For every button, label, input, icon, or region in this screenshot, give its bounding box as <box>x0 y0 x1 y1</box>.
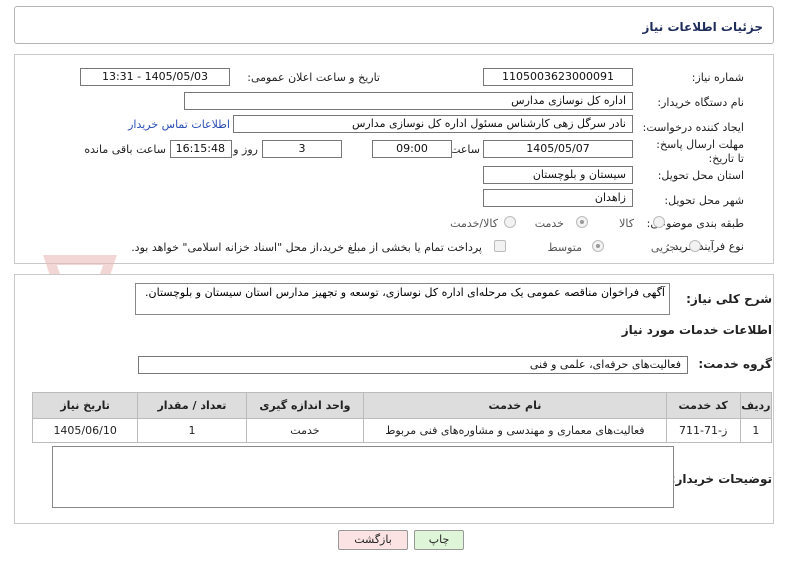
deadline-time-field: 09:00 <box>372 140 452 158</box>
purchase-radio-medium[interactable] <box>592 240 604 252</box>
cell-code: ز-71-711 <box>665 418 741 443</box>
treasury-note: پرداخت تمام یا بخشی از مبلغ خرید،از محل … <box>131 241 482 254</box>
col-date: تاریخ نیاز <box>31 392 139 419</box>
col-row: ردیف <box>739 392 773 419</box>
service-group-label: گروه خدمت: <box>698 357 772 371</box>
buyer-contact-link[interactable]: اطلاعات تماس خریدار <box>128 118 230 131</box>
purchase-type-label: نوع فرآیند خرید : <box>666 240 744 253</box>
creator-label: ایجاد کننده درخواست: <box>642 121 744 134</box>
back-button[interactable]: بازگشت <box>338 530 408 550</box>
category-option-goods-service: کالا/خدمت <box>450 217 498 230</box>
cell-qty: 1 <box>137 418 247 443</box>
buyer-org-field: اداره کل نوسازی مدارس <box>184 92 633 110</box>
page-title: جزئیات اطلاعات نیاز <box>642 20 763 34</box>
cell-unit: خدمت <box>245 418 365 443</box>
col-qty: تعداد / مقدار <box>137 392 247 419</box>
description-label: شرح کلی نیاز: <box>686 292 772 306</box>
category-option-service: خدمت <box>534 217 564 230</box>
cell-date: 1405/06/10 <box>31 418 139 443</box>
category-radio-goods-service[interactable] <box>504 216 516 228</box>
province-label: استان محل تحویل: <box>657 169 744 182</box>
province-field: سیستان و بلوچستان <box>483 166 633 184</box>
description-textarea[interactable]: آگهی فراخوان مناقصه عمومی یک مرحله‌ای اد… <box>135 283 670 315</box>
announce-label: تاریخ و ساعت اعلان عمومی: <box>247 71 380 84</box>
treasury-checkbox[interactable] <box>494 240 506 252</box>
purchase-option-medium: متوسط <box>547 241 582 254</box>
deadline-label: مهلت ارسال پاسخ: تا تاریخ: <box>656 138 744 165</box>
cell-row: 1 <box>739 418 773 443</box>
days-remaining-field: 3 <box>262 140 342 158</box>
cell-name: فعالیت‌های معماری و مهندسی و مشاوره‌های … <box>363 418 667 443</box>
col-name: نام خدمت <box>363 392 667 419</box>
need-number-label: شماره نیاز: <box>691 71 744 84</box>
creator-field: نادر سرگل زهی کارشناس مسئول اداره کل نوس… <box>233 115 633 133</box>
category-radio-service[interactable] <box>576 216 588 228</box>
remaining-label: ساعت باقی مانده <box>84 143 166 156</box>
announce-datetime-field: 1405/05/03 - 13:31 <box>80 68 230 86</box>
city-field: زاهدان <box>483 189 633 207</box>
days-label: روز و <box>233 143 258 156</box>
buyer-notes-textarea[interactable] <box>52 446 674 508</box>
buyer-org-label: نام دستگاه خریدار: <box>657 96 744 109</box>
col-unit: واحد اندازه گیری <box>245 392 365 419</box>
need-number-field: 1105003623000091 <box>483 68 633 86</box>
col-code: کد خدمت <box>665 392 741 419</box>
purchase-option-minor: جزیی <box>650 241 676 254</box>
print-button[interactable]: چاپ <box>414 530 464 550</box>
category-option-goods: کالا <box>619 217 634 230</box>
purchase-radio-minor[interactable] <box>689 240 701 252</box>
deadline-time-label: ساعت <box>450 143 480 156</box>
remaining-time-field: 16:15:48 <box>170 140 232 158</box>
deadline-date-field: 1405/05/07 <box>483 140 633 158</box>
table-row: 1 ز-71-711 فعالیت‌های معماری و مهندسی و … <box>31 418 773 443</box>
category-radio-goods[interactable] <box>653 216 665 228</box>
header-panel: جزئیات اطلاعات نیاز <box>14 6 774 44</box>
services-table: ردیف کد خدمت نام خدمت واحد اندازه گیری ت… <box>31 392 773 443</box>
buyer-notes-label: توضیحات خریدار: <box>670 472 772 486</box>
services-section-title: اطلاعات خدمات مورد نیاز <box>621 323 772 337</box>
service-group-field: فعالیت‌های حرفه‌ای، علمی و فنی <box>138 356 688 374</box>
city-label: شهر محل تحویل: <box>664 194 744 207</box>
